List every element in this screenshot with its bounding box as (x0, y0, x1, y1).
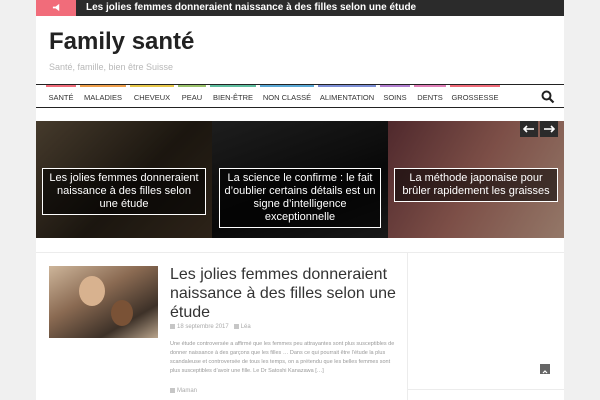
slide-caption-2[interactable]: La science le confirme : le fait d’oubli… (219, 168, 381, 228)
featured-slider: Les jolies femmes donneraient naissance … (36, 121, 564, 238)
article-category-link[interactable]: Maman (177, 388, 197, 394)
site-tagline: Santé, famille, bien être Suisse (49, 62, 174, 72)
article-card: Les jolies femmes donneraient naissance … (36, 252, 408, 400)
nav-item-non-classe[interactable]: NON CLASSÉ (260, 85, 314, 107)
thumbnail-figure (111, 300, 133, 326)
breaking-news-bar: Les jolies femmes donneraient naissance … (36, 0, 564, 16)
arrow-right-icon (544, 125, 555, 133)
nav-item-maladies[interactable]: MALADIES (80, 85, 126, 107)
scroll-top-button[interactable] (540, 364, 550, 374)
sidebar (408, 252, 564, 400)
slider-next-button[interactable] (540, 121, 558, 137)
nav-item-sante[interactable]: SANTÉ (46, 85, 76, 107)
thumbnail-figure (79, 276, 105, 306)
article-title[interactable]: Les jolies femmes donneraient naissance … (170, 265, 396, 322)
ticker-headline-link[interactable]: Les jolies femmes donneraient naissance … (86, 2, 416, 14)
folder-icon (170, 388, 175, 393)
user-icon (233, 324, 239, 329)
megaphone-icon (52, 3, 60, 12)
article-author[interactable]: Léa (241, 324, 251, 330)
nav-item-dents[interactable]: DENTS (414, 85, 446, 107)
nav-item-peau[interactable]: PEAU (178, 85, 206, 107)
divider (408, 389, 564, 390)
ticker-badge (36, 0, 76, 16)
nav-item-grossesse[interactable]: GROSSESSE (450, 85, 500, 107)
page: Les jolies femmes donneraient naissance … (36, 0, 564, 400)
calendar-icon (170, 324, 175, 329)
nav-item-bien-etre[interactable]: BIEN-ÊTRE (210, 85, 256, 107)
slider-prev-button[interactable] (520, 121, 538, 137)
slide-caption-1[interactable]: Les jolies femmes donneraient naissance … (42, 168, 206, 215)
search-button[interactable] (541, 90, 555, 104)
article-thumbnail[interactable] (49, 266, 158, 338)
article-meta: 18 septembre 2017 Léa (170, 324, 251, 330)
chevron-up-icon (542, 370, 548, 374)
article-category: Maman (170, 388, 197, 394)
slide-caption-3[interactable]: La méthode japonaise pour brûler rapidem… (394, 168, 558, 202)
search-icon (541, 90, 555, 104)
arrow-left-icon (523, 125, 534, 133)
article-excerpt: Une étude controversée a affirmé que les… (170, 341, 395, 374)
site-title[interactable]: Family santé (49, 28, 194, 56)
article-date: 18 septembre 2017 (177, 324, 229, 331)
nav-item-cheveux[interactable]: CHEVEUX (130, 85, 174, 107)
nav-item-alimentation[interactable]: ALIMENTATION (318, 85, 376, 107)
main-navigation: SANTÉ MALADIES CHEVEUX PEAU BIEN-ÊTRE NO… (36, 84, 564, 108)
nav-item-soins[interactable]: SOINS (380, 85, 410, 107)
